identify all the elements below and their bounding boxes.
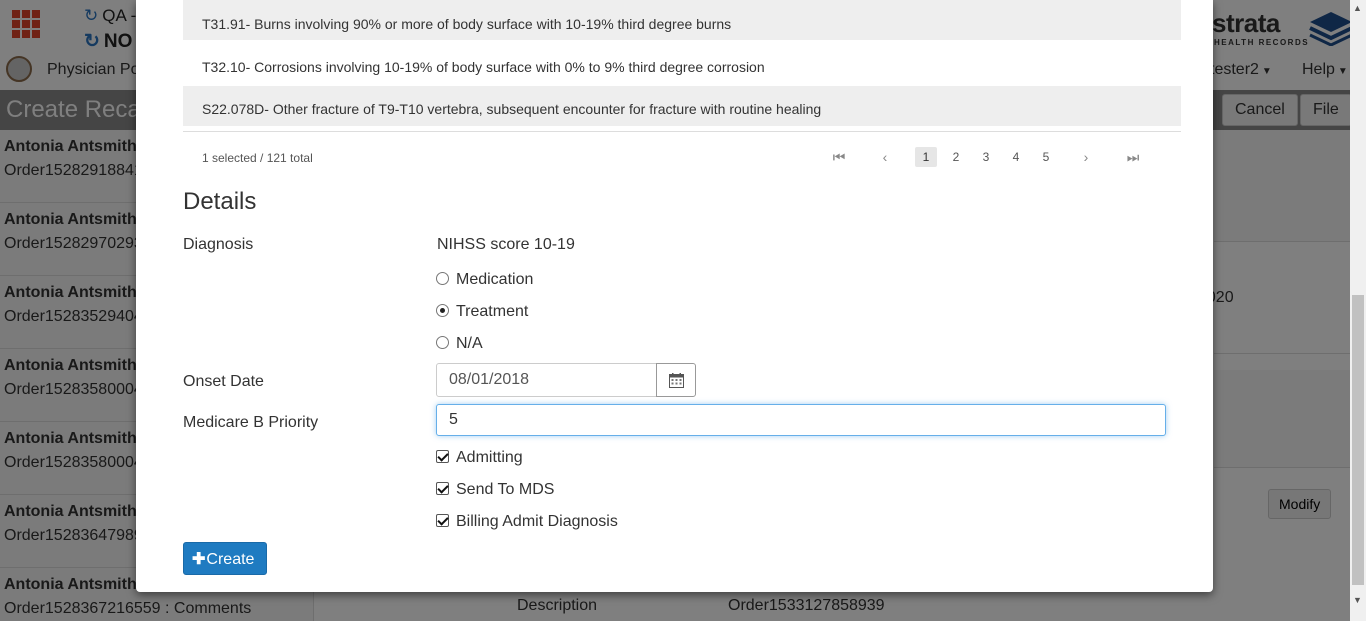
checkbox-label: Billing Admit Diagnosis <box>456 513 618 530</box>
checkbox-admitting[interactable]: Admitting <box>436 449 523 467</box>
radio-na[interactable]: N/A <box>436 335 483 353</box>
scroll-up-icon[interactable]: ▲ <box>1353 3 1362 13</box>
onset-date-label: Onset Date <box>183 373 264 390</box>
medicare-priority-input[interactable] <box>436 404 1166 436</box>
create-button-label: Create <box>206 550 255 568</box>
checkbox-send-to-mds[interactable]: Send To MDS <box>436 481 554 499</box>
table-row[interactable]: T32.10- Corrosions involving 10-19% of b… <box>183 45 1181 88</box>
radio-label: Treatment <box>456 303 529 320</box>
divider <box>183 131 1181 132</box>
onset-date-picker <box>436 363 696 397</box>
create-button[interactable]: ✚Create <box>183 542 267 575</box>
calendar-icon <box>669 373 684 388</box>
radio-circle-icon[interactable] <box>436 336 449 349</box>
selection-summary: 1 selected / 121 total <box>202 151 313 165</box>
diagnosis-value: NIHSS score 10-19 <box>437 236 575 253</box>
radio-medication[interactable]: Medication <box>436 271 533 289</box>
table-row[interactable]: T31.91- Burns involving 90% or more of b… <box>183 0 1181 40</box>
page-button[interactable]: 2 <box>945 147 967 167</box>
page-button[interactable]: 3 <box>975 147 997 167</box>
calendar-button[interactable] <box>656 363 696 397</box>
last-page-icon[interactable]: ⏭ <box>1122 147 1144 167</box>
scroll-thumb[interactable] <box>1352 295 1364 585</box>
medicare-priority-label: Medicare B Priority <box>183 414 319 431</box>
first-page-icon[interactable]: ⏮ <box>828 147 850 167</box>
create-diagnosis-modal: T31.91- Burns involving 90% or more of b… <box>136 0 1213 592</box>
details-heading: Details <box>183 188 257 215</box>
diagnosis-label: Diagnosis <box>183 236 254 253</box>
scroll-down-icon[interactable]: ▼ <box>1353 595 1362 605</box>
onset-date-field[interactable] <box>436 363 657 397</box>
checkbox-checked-icon[interactable] <box>436 514 449 527</box>
prev-page-icon[interactable]: ‹ <box>874 147 896 167</box>
radio-treatment[interactable]: Treatment <box>436 303 528 321</box>
page-scrollbar[interactable]: ▲ ▼ <box>1350 0 1366 621</box>
radio-label: N/A <box>456 335 483 352</box>
radio-selected-icon[interactable] <box>436 304 449 317</box>
checkbox-label: Admitting <box>456 449 523 466</box>
next-page-icon[interactable]: › <box>1075 147 1097 167</box>
checkbox-label: Send To MDS <box>456 481 555 498</box>
radio-circle-icon[interactable] <box>436 272 449 285</box>
checkbox-checked-icon[interactable] <box>436 450 449 463</box>
page-button[interactable]: 1 <box>915 147 937 167</box>
radio-label: Medication <box>456 271 534 288</box>
plus-icon: ✚ <box>192 550 206 568</box>
checkbox-checked-icon[interactable] <box>436 482 449 495</box>
page-button[interactable]: 4 <box>1005 147 1027 167</box>
checkbox-billing-admit-diagnosis[interactable]: Billing Admit Diagnosis <box>436 513 618 531</box>
page-button[interactable]: 5 <box>1035 147 1057 167</box>
table-row[interactable]: S22.078D- Other fracture of T9-T10 verte… <box>183 86 1181 126</box>
